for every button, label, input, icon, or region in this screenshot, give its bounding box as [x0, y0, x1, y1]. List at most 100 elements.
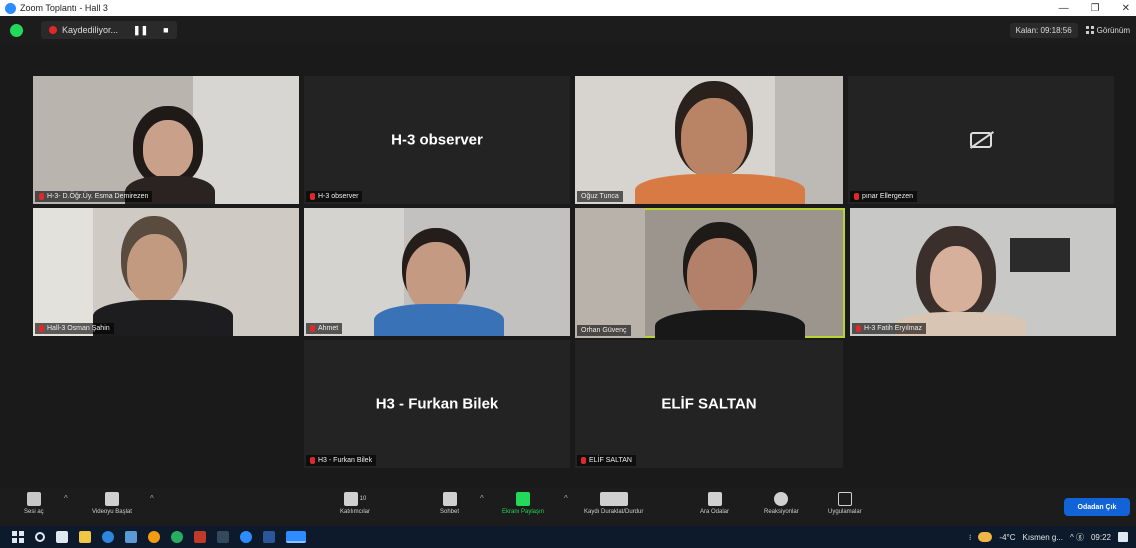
audio-options-chevron-icon[interactable]: ^	[64, 494, 68, 503]
chat-label: Sohbet	[440, 509, 460, 515]
participants-button[interactable]: 10 Katılımcılar	[340, 492, 370, 515]
file-explorer-icon[interactable]	[79, 531, 91, 543]
participant-name-label: pınar Ellergezen	[850, 191, 917, 202]
security-shield-icon[interactable]	[10, 23, 23, 37]
chat-options-chevron-icon[interactable]: ^	[480, 494, 484, 503]
app-icon[interactable]	[217, 531, 229, 543]
video-options-chevron-icon[interactable]: ^	[150, 494, 154, 503]
search-icon[interactable]	[35, 532, 45, 542]
share-screen-icon	[516, 492, 531, 506]
participant-tile-active-speaker[interactable]: Orhan Güvenç	[575, 208, 845, 338]
start-video-button[interactable]: Videoyu Başlat	[92, 492, 132, 515]
stop-recording-icon[interactable]: ■	[163, 25, 168, 35]
participants-label: Katılımcılar	[340, 509, 371, 515]
close-button[interactable]: ✕	[1122, 3, 1130, 14]
reactions-button[interactable]: Reaksiyonlar	[764, 492, 799, 515]
breakout-rooms-button[interactable]: Ara Odalar	[700, 492, 729, 515]
muted-mic-icon	[310, 325, 315, 332]
muted-mic-icon	[581, 457, 586, 464]
participant-tile[interactable]: H-3 observer H-3 observer	[304, 76, 570, 204]
meeting-topbar: Kaydediliyor... ❚❚ ■ Kalan: 09:18:56 Gör…	[0, 16, 1136, 44]
chrome-icon[interactable]	[148, 531, 160, 543]
participant-video	[575, 208, 845, 338]
tray-grip-icon: ⁝	[968, 532, 972, 542]
store-icon[interactable]	[125, 531, 137, 543]
breakout-rooms-label: Ara Odalar	[700, 509, 730, 515]
participant-name-label: Ahmet	[306, 323, 343, 334]
minimize-button[interactable]: —	[1059, 3, 1069, 14]
video-gallery: H-3- D.Öğr.Üy. Esma Demirezen H-3 observ…	[0, 44, 1136, 488]
pause-stop-recording-button[interactable]: Kaydı Duraklat/Durdur	[584, 492, 643, 515]
camera-off-icon	[970, 132, 992, 148]
apps-icon	[837, 492, 852, 506]
participant-tile[interactable]: ELİF SALTAN ELİF SALTAN	[575, 340, 843, 468]
zoom-taskbar-icon[interactable]	[240, 531, 252, 543]
zoom-logo-icon	[5, 2, 16, 14]
task-view-icon[interactable]	[56, 531, 68, 543]
acrobat-icon[interactable]	[194, 531, 206, 543]
participant-name-label: H-3- D.Öğr.Üy. Esma Demirezen	[35, 191, 153, 202]
muted-mic-icon	[310, 193, 315, 200]
unmute-button[interactable]: Sesi aç	[24, 492, 44, 515]
participant-video	[33, 208, 299, 336]
apps-label: Uygulamalar	[828, 509, 862, 515]
participant-tile[interactable]: H3 - Furkan Bilek H3 - Furkan Bilek	[304, 340, 570, 468]
maximize-button[interactable]: ❐	[1091, 3, 1100, 14]
notifications-icon[interactable]	[1118, 532, 1128, 542]
participant-video	[304, 208, 570, 336]
clock[interactable]: 09:22	[1091, 533, 1111, 542]
reactions-label: Reaksiyonlar	[764, 509, 799, 515]
weather-temperature[interactable]: -4°C	[999, 533, 1015, 542]
participant-name-label: H3 - Furkan Bilek	[306, 455, 377, 466]
apps-button[interactable]: Uygulamalar	[828, 492, 862, 515]
participant-tile[interactable]: H-3- D.Öğr.Üy. Esma Demirezen	[33, 76, 299, 204]
participant-tile[interactable]: Ahmet	[304, 208, 570, 336]
share-screen-label: Ekranı Paylaşın	[502, 509, 545, 515]
meeting-timer: Kalan: 09:18:56	[1009, 22, 1078, 38]
settings-icon[interactable]	[171, 531, 183, 543]
share-screen-button[interactable]: Ekranı Paylaşın	[502, 492, 544, 515]
participant-tile[interactable]: pınar Ellergezen	[848, 76, 1114, 204]
breakout-rooms-icon	[707, 492, 722, 506]
reactions-smiley-icon	[774, 492, 789, 506]
participant-name-label: H-3 Fatih Eryılmaz	[852, 323, 926, 334]
unmute-label: Sesi aç	[24, 509, 44, 515]
participant-video	[33, 76, 299, 204]
participant-video	[850, 208, 1116, 336]
participant-video	[575, 76, 843, 204]
muted-mic-icon	[39, 193, 44, 200]
chat-button[interactable]: Sohbet	[440, 492, 459, 515]
participant-name-label: Hall-3 Osman Şahin	[35, 323, 114, 334]
participants-count: 10	[359, 496, 367, 502]
participant-name-label: H-3 observer	[306, 191, 363, 202]
window-controls: — ❐ ✕	[1059, 0, 1130, 16]
muted-mic-icon	[854, 193, 859, 200]
participant-display-name: ELİF SALTAN	[661, 395, 757, 413]
edge-browser-icon[interactable]	[102, 531, 114, 543]
microphone-muted-icon	[26, 492, 41, 506]
zoom-meeting-taskbar-icon[interactable]	[286, 531, 306, 543]
weather-description[interactable]: Kısmen g...	[1023, 533, 1063, 542]
participant-tile[interactable]: Hall-3 Osman Şahin	[33, 208, 299, 336]
tray-overflow-icon[interactable]: ^ ⓖ	[1070, 532, 1084, 543]
recording-indicator[interactable]: Kaydediliyor... ❚❚ ■	[41, 21, 177, 39]
view-label: Görünüm	[1096, 25, 1130, 35]
leave-meeting-button[interactable]: Odadan Çık	[1064, 498, 1130, 516]
weather-icon[interactable]	[978, 532, 993, 542]
participant-name-label: Oğuz Tunca	[577, 191, 623, 202]
participant-tile[interactable]: Oğuz Tunca	[575, 76, 843, 204]
windows-start-icon[interactable]	[12, 531, 24, 543]
participant-name-label: ELİF SALTAN	[577, 455, 636, 466]
participant-display-name: H3 - Furkan Bilek	[375, 395, 499, 413]
system-tray: ⁝ -4°C Kısmen g... ^ ⓖ 09:22	[969, 526, 1128, 548]
pause-stop-recording-label: Kaydı Duraklat/Durdur	[584, 509, 644, 515]
view-button[interactable]: Görünüm	[1085, 25, 1130, 35]
participants-icon	[343, 492, 358, 506]
participant-tile[interactable]: H-3 Fatih Eryılmaz	[850, 208, 1116, 336]
share-options-chevron-icon[interactable]: ^	[564, 494, 568, 503]
grid-view-icon	[1085, 26, 1094, 34]
word-icon[interactable]	[263, 531, 275, 543]
pause-recording-icon[interactable]: ❚❚	[133, 25, 148, 36]
start-video-label: Videoyu Başlat	[92, 509, 132, 515]
windows-taskbar: ⁝ -4°C Kısmen g... ^ ⓖ 09:22	[0, 526, 1136, 548]
